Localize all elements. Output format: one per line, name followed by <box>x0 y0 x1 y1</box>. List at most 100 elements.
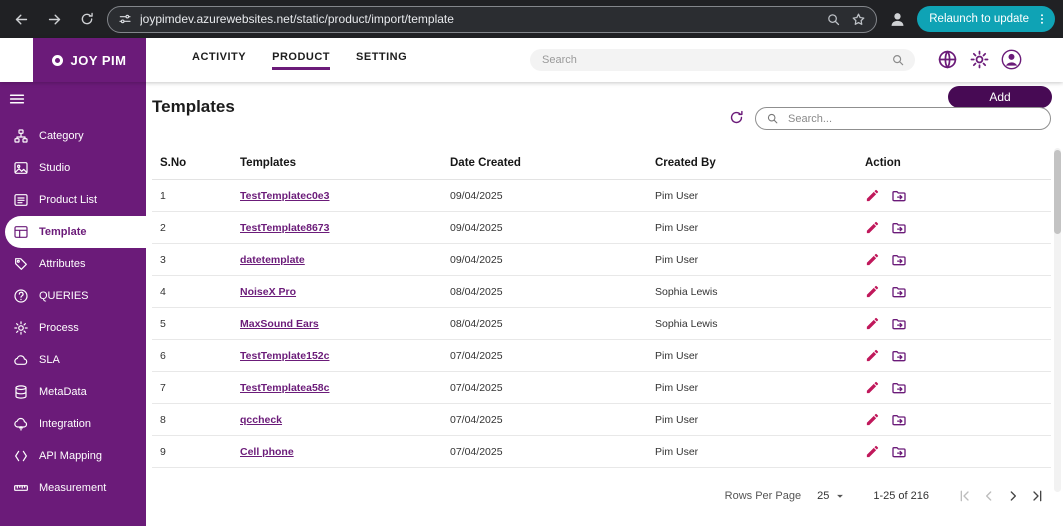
cell-created-by: Sophia Lewis <box>655 317 718 330</box>
sidebar-item-measurement[interactable]: Measurement <box>0 472 146 504</box>
relaunch-label: Relaunch to update <box>929 13 1029 25</box>
edit-icon[interactable] <box>865 220 880 235</box>
main-content: Templates Add S.No Templates Date Create… <box>146 82 1063 526</box>
chevron-down-icon <box>833 489 847 503</box>
copy-icon[interactable] <box>890 315 907 332</box>
menu-hamburger-icon[interactable] <box>8 90 32 114</box>
last-page-button[interactable] <box>1025 484 1049 508</box>
product-list-icon <box>13 192 29 208</box>
cell-created-by: Pim User <box>655 221 699 234</box>
browser-menu-icon[interactable] <box>1035 12 1049 26</box>
page-title: Templates <box>152 97 235 117</box>
header-search-input[interactable] <box>540 53 883 67</box>
forward-button[interactable] <box>41 6 67 32</box>
profile-icon[interactable] <box>884 6 910 32</box>
copy-icon[interactable] <box>890 187 907 204</box>
rows-per-page-select[interactable]: 25 <box>817 489 847 503</box>
cell-sno: 2 <box>160 221 166 234</box>
copy-icon[interactable] <box>890 251 907 268</box>
first-page-button[interactable] <box>953 484 977 508</box>
edit-icon[interactable] <box>865 284 880 299</box>
nav-item-setting[interactable]: SETTING <box>356 38 407 82</box>
copy-icon[interactable] <box>890 283 907 300</box>
settings-gear-icon[interactable] <box>968 48 991 71</box>
nav-item-product[interactable]: PRODUCT <box>272 38 331 82</box>
attributes-icon <box>13 256 29 272</box>
globe-icon[interactable] <box>936 48 959 71</box>
sidebar-item-sla[interactable]: SLA <box>0 344 146 376</box>
template-link[interactable]: NoiseX Pro <box>240 286 296 298</box>
sidebar-item-process[interactable]: Process <box>0 312 146 344</box>
edit-icon[interactable] <box>865 348 880 363</box>
table-row: 9 Cell phone 07/04/2025 Pim User <box>152 436 1051 468</box>
template-link[interactable]: qccheck <box>240 414 282 426</box>
scrollbar-thumb[interactable] <box>1054 150 1061 234</box>
search-icon[interactable] <box>826 12 841 27</box>
url-text: joypimdev.azurewebsites.net/static/produ… <box>140 12 454 26</box>
copy-icon[interactable] <box>890 347 907 364</box>
relaunch-button[interactable]: Relaunch to update <box>917 6 1055 32</box>
template-link[interactable]: datetemplate <box>240 254 305 266</box>
edit-icon[interactable] <box>865 444 880 459</box>
nav-item-activity[interactable]: ACTIVITY <box>192 38 246 82</box>
cell-sno: 7 <box>160 381 166 394</box>
table-row: 7 TestTemplatea58c 07/04/2025 Pim User <box>152 372 1051 404</box>
refresh-icon[interactable] <box>728 109 745 126</box>
app-header: JOY PIM ACTIVITY PRODUCT SETTING <box>0 38 1063 82</box>
pagination: Rows Per Page 25 1-25 of 216 <box>725 484 1049 508</box>
template-link[interactable]: TestTemplate152c <box>240 350 330 362</box>
template-link[interactable]: MaxSound Ears <box>240 318 319 330</box>
previous-page-button[interactable] <box>977 484 1001 508</box>
template-search-input[interactable] <box>786 111 1040 126</box>
template-search[interactable] <box>755 107 1051 130</box>
sidebar-item-queries[interactable]: QUERIES <box>0 280 146 312</box>
sidebar-item-product-list[interactable]: Product List <box>0 184 146 216</box>
url-bar[interactable]: joypimdev.azurewebsites.net/static/produ… <box>107 5 878 33</box>
copy-icon[interactable] <box>890 379 907 396</box>
edit-icon[interactable] <box>865 412 880 427</box>
col-header-created-by: Created By <box>655 156 716 169</box>
add-button[interactable]: Add <box>948 86 1052 108</box>
sidebar-item-metadata[interactable]: MetaData <box>0 376 146 408</box>
copy-icon[interactable] <box>890 411 907 428</box>
back-button[interactable] <box>8 6 34 32</box>
edit-icon[interactable] <box>865 316 880 331</box>
browser-toolbar: joypimdev.azurewebsites.net/static/produ… <box>0 0 1063 38</box>
template-link[interactable]: TestTemplatec0e3 <box>240 190 330 202</box>
template-link[interactable]: Cell phone <box>240 446 294 458</box>
site-settings-icon[interactable] <box>118 12 132 26</box>
template-link[interactable]: TestTemplatea58c <box>240 382 330 394</box>
sidebar-item-category[interactable]: Category <box>0 120 146 152</box>
bookmark-star-icon[interactable] <box>851 12 866 27</box>
account-icon[interactable] <box>1000 48 1023 71</box>
reload-button[interactable] <box>74 6 100 32</box>
sidebar-item-template[interactable]: Template <box>5 216 146 248</box>
edit-icon[interactable] <box>865 252 880 267</box>
api-mapping-icon <box>13 448 29 464</box>
template-icon <box>13 224 29 240</box>
sidebar-item-api-mapping[interactable]: API Mapping <box>0 440 146 472</box>
sidebar-item-attributes[interactable]: Attributes <box>0 248 146 280</box>
search-icon[interactable] <box>891 53 905 67</box>
copy-icon[interactable] <box>890 443 907 460</box>
col-header-date: Date Created <box>450 156 521 169</box>
sidebar-item-integration[interactable]: Integration <box>0 408 146 440</box>
scrollbar-track <box>1054 148 1061 492</box>
template-link[interactable]: TestTemplate8673 <box>240 222 330 234</box>
integration-icon <box>13 416 29 432</box>
cell-date: 07/04/2025 <box>450 413 503 426</box>
edit-icon[interactable] <box>865 380 880 395</box>
brand-logo-icon <box>52 54 64 66</box>
rows-per-page-value: 25 <box>817 490 830 502</box>
edit-icon[interactable] <box>865 188 880 203</box>
templates-table: S.No Templates Date Created Created By A… <box>152 146 1051 468</box>
sidebar-item-studio[interactable]: Studio <box>0 152 146 184</box>
cell-created-by: Pim User <box>655 381 699 394</box>
next-page-button[interactable] <box>1001 484 1025 508</box>
header-search[interactable] <box>530 49 915 71</box>
cell-sno: 1 <box>160 189 166 202</box>
cell-created-by: Pim User <box>655 253 699 266</box>
cell-sno: 5 <box>160 317 166 330</box>
cell-date: 07/04/2025 <box>450 381 503 394</box>
copy-icon[interactable] <box>890 219 907 236</box>
